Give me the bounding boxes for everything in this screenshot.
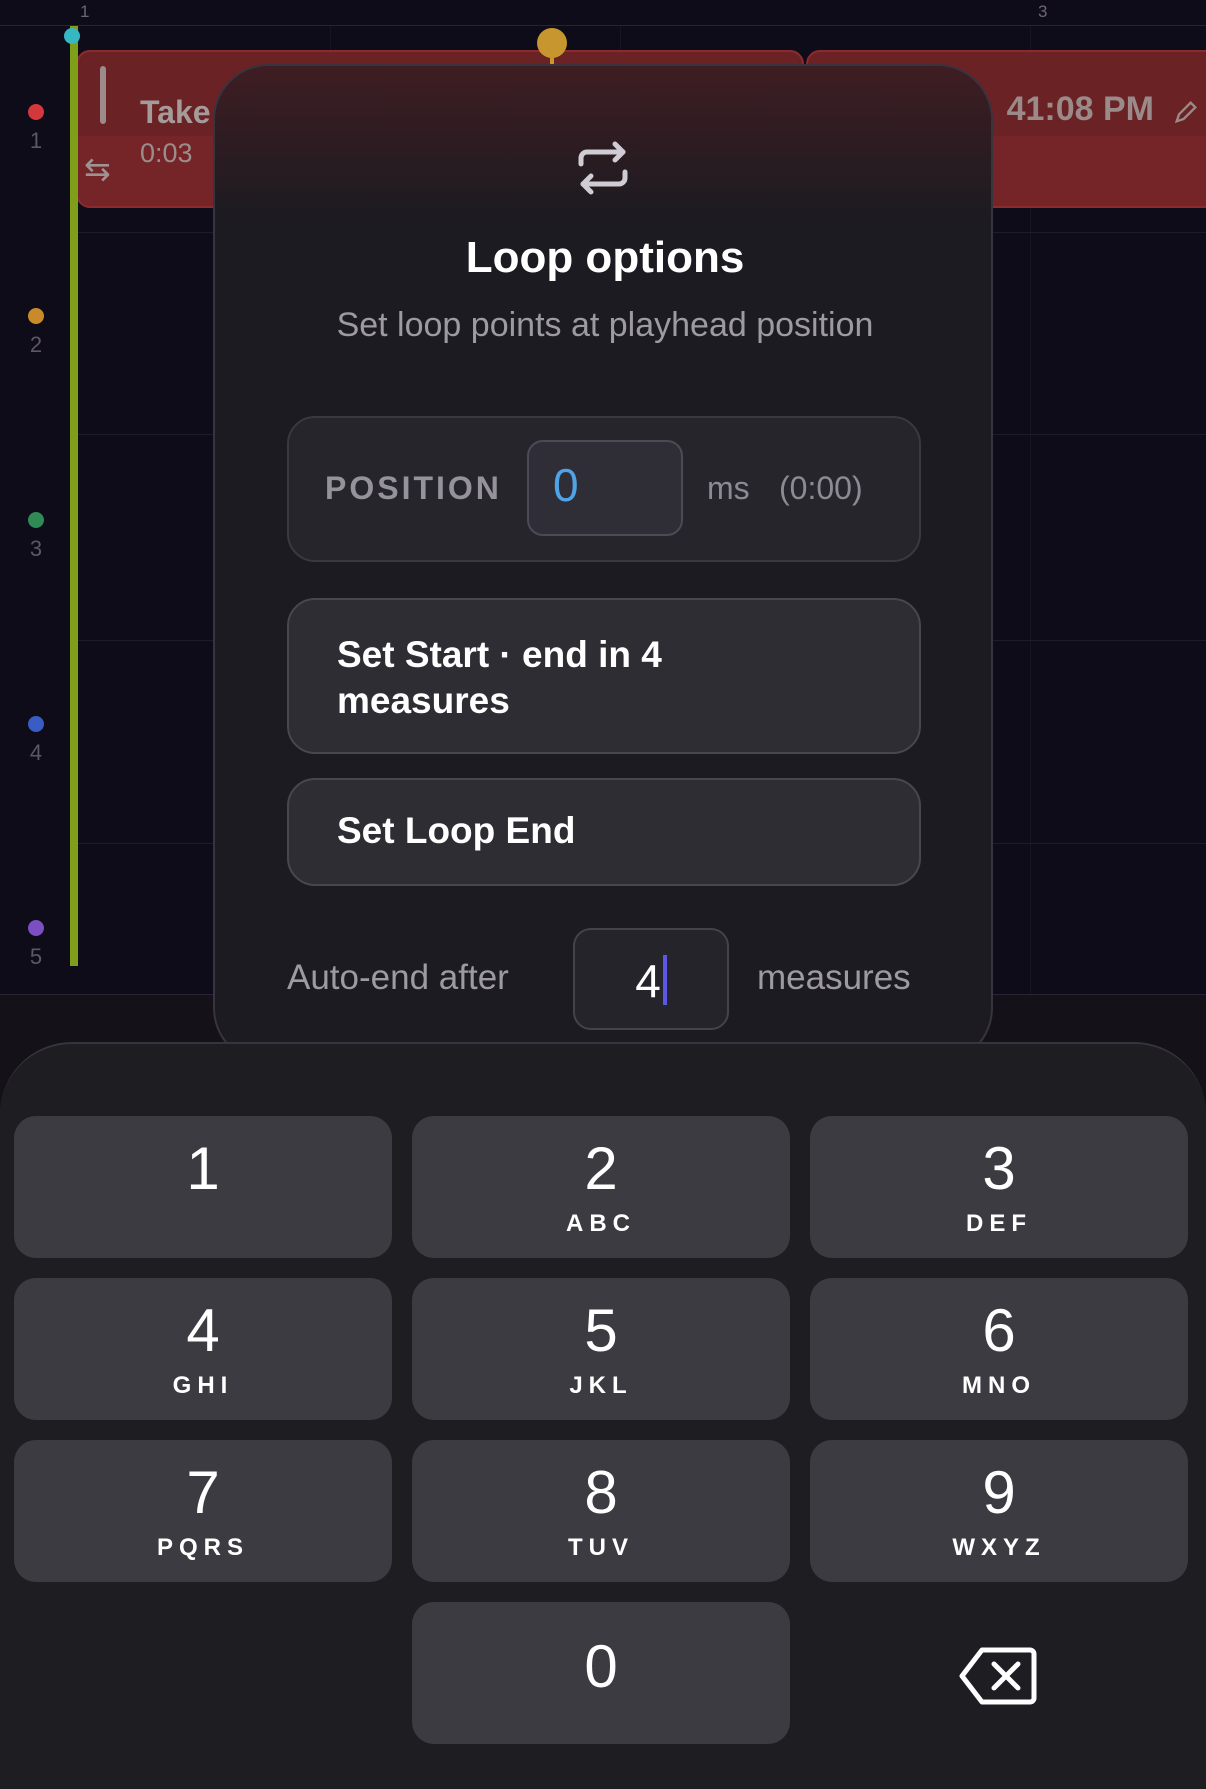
track-color-dot [28, 512, 44, 528]
marker-handle[interactable] [537, 28, 567, 58]
key-1[interactable]: 1 [14, 1116, 392, 1258]
position-label: POSITION [325, 470, 502, 506]
clip-trim-handle[interactable] [100, 66, 106, 124]
key-8[interactable]: 8 TUV [412, 1440, 790, 1582]
track-number: 4 [29, 740, 43, 765]
loop-options-dialog: Loop options Set loop points at playhead… [213, 64, 993, 1064]
key-2[interactable]: 2 ABC [412, 1116, 790, 1258]
playhead[interactable] [70, 26, 78, 966]
screen: 1 3 1 2 3 4 5 Take 0:03 ⇆ 41:08 PM Loop … [0, 0, 1206, 1789]
key-letters: WXYZ [952, 1534, 1046, 1561]
position-card: POSITION 0 ms (0:00) [287, 416, 921, 562]
key-0[interactable]: 0 [412, 1602, 790, 1744]
key-letters: GHI [172, 1372, 234, 1399]
timeline-ruler: 1 3 [0, 0, 1206, 26]
pencil-icon[interactable] [1172, 98, 1200, 126]
track-color-dot [28, 104, 44, 120]
set-start-button[interactable]: Set Start · end in 4 measures [287, 598, 921, 754]
track-header-5[interactable]: 5 [18, 920, 54, 970]
track-header-1[interactable]: 1 [18, 104, 54, 154]
key-letters: JKL [569, 1372, 633, 1399]
track-header-4[interactable]: 4 [18, 716, 54, 766]
key-9[interactable]: 9 WXYZ [810, 1440, 1188, 1582]
key-letters: DEF [966, 1210, 1032, 1237]
auto-end-unit: measures [757, 958, 911, 997]
key-letters: ABC [566, 1210, 636, 1237]
track-number: 2 [29, 332, 43, 357]
key-digit: 3 [982, 1135, 1016, 1202]
position-input[interactable]: 0 [527, 440, 683, 536]
track-color-dot [28, 716, 44, 732]
position-time-hint: (0:00) [779, 470, 863, 506]
key-digit: 6 [982, 1297, 1016, 1364]
ruler-mark-3: 3 [1038, 2, 1048, 21]
measures-input[interactable]: 4 [573, 928, 729, 1030]
auto-end-label: Auto-end after [287, 958, 509, 997]
backspace-icon[interactable] [958, 1644, 1038, 1708]
ruler-mark-1: 1 [80, 2, 90, 21]
key-5[interactable]: 5 JKL [412, 1278, 790, 1420]
clip-timestamp: 41:08 PM [1006, 90, 1154, 128]
track-number: 5 [29, 944, 43, 969]
track-color-dot [28, 308, 44, 324]
key-6[interactable]: 6 MNO [810, 1278, 1188, 1420]
clip-loop-icon: ⇆ [84, 151, 111, 187]
key-digit: 7 [186, 1459, 220, 1526]
clip-title: Take [140, 94, 211, 130]
key-digit: 1 [186, 1135, 220, 1202]
dialog-title: Loop options [465, 233, 745, 282]
dialog-subtitle: Set loop points at playhead position [336, 306, 874, 344]
text-caret [662, 955, 667, 1005]
numeric-keypad: 1 2 ABC 3 DEF 4 GHI 5 JKL 6 MNO 7 PQRS 8 [0, 1042, 1206, 1789]
clip-duration: 0:03 [140, 138, 193, 168]
key-7[interactable]: 7 PQRS [14, 1440, 392, 1582]
position-unit: ms [707, 470, 750, 506]
key-letters: PQRS [156, 1534, 249, 1561]
track-header-3[interactable]: 3 [18, 512, 54, 562]
key-digit: 2 [584, 1135, 618, 1202]
key-letters: MNO [962, 1372, 1036, 1399]
key-4[interactable]: 4 GHI [14, 1278, 392, 1420]
key-digit: 9 [982, 1459, 1016, 1526]
key-digit: 4 [186, 1297, 220, 1364]
playhead-handle[interactable] [64, 28, 80, 44]
loop-icon [578, 141, 628, 195]
track-number: 3 [29, 536, 43, 561]
key-digit: 0 [584, 1633, 618, 1700]
set-loop-end-button[interactable]: Set Loop End [287, 778, 921, 886]
auto-end-row: Auto-end after 4 measures [287, 928, 987, 1032]
measures-value: 4 [635, 955, 661, 1007]
track-header-2[interactable]: 2 [18, 308, 54, 358]
key-letters: TUV [568, 1534, 634, 1561]
key-3[interactable]: 3 DEF [810, 1116, 1188, 1258]
key-digit: 8 [584, 1459, 618, 1526]
track-color-dot [28, 920, 44, 936]
track-number: 1 [29, 128, 43, 153]
key-digit: 5 [584, 1297, 618, 1364]
